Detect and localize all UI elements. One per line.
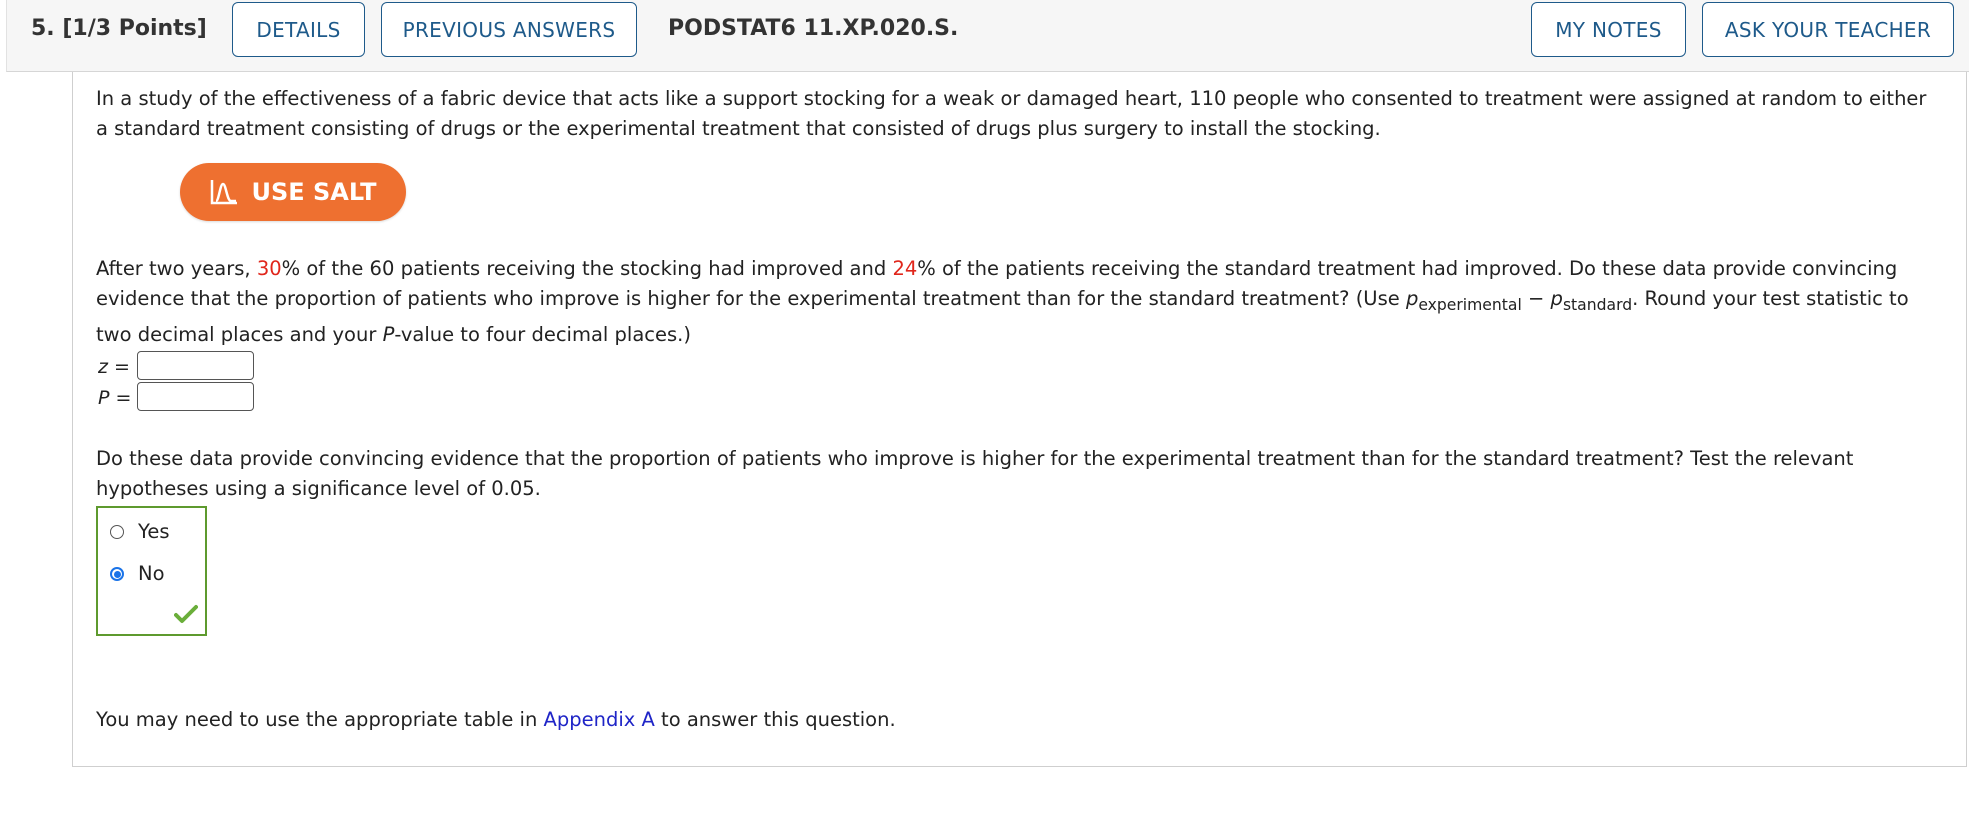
p-label: P = [98, 387, 132, 409]
details-button[interactable]: DETAILS [232, 2, 365, 57]
salt-graph-icon [209, 178, 239, 206]
my-notes-button[interactable]: MY NOTES [1531, 2, 1686, 57]
intro-line-1: In a study of the effectiveness of a fab… [96, 87, 1927, 110]
points-label: [1/3 Points] [62, 16, 207, 41]
checkmark-icon [174, 604, 198, 628]
z-label: z = [98, 356, 130, 378]
question-code: PODSTAT6 11.XP.020.S. [668, 16, 959, 41]
appendix-a-link[interactable]: Appendix A [544, 708, 655, 731]
previous-answers-button[interactable]: PREVIOUS ANSWERS [381, 2, 637, 57]
option-no-label: No [138, 562, 165, 585]
z-statistic-input[interactable] [137, 351, 254, 380]
question1-line-3: two decimal places and your P-value to f… [96, 323, 691, 346]
question2-line-2: hypotheses using a significance level of… [96, 477, 541, 500]
question1-line-1: After two years, 30% of the 60 patients … [96, 257, 1898, 280]
question-number: 5. [1/3 Points] [31, 16, 207, 41]
option-yes-label: Yes [138, 520, 170, 543]
answer-choices: Yes No [96, 506, 207, 636]
use-salt-label: USE SALT [251, 178, 377, 206]
footer-note: You may need to use the appropriate tabl… [96, 708, 896, 731]
percent-value-24: 24 [892, 257, 918, 280]
percent-value-30: 30 [256, 257, 282, 280]
use-salt-button[interactable]: USE SALT [180, 163, 406, 221]
p-value-input[interactable] [137, 382, 254, 411]
option-yes[interactable]: Yes [110, 520, 169, 543]
intro-line-2: a standard treatment consisting of drugs… [96, 117, 1381, 140]
question2-line-1: Do these data provide convincing evidenc… [96, 447, 1854, 470]
ask-your-teacher-button[interactable]: ASK YOUR TEACHER [1702, 2, 1954, 57]
radio-yes[interactable] [110, 524, 124, 539]
option-no[interactable]: No [110, 562, 165, 585]
question1-line-2: evidence that the proportion of patients… [96, 287, 1909, 314]
radio-no-selected[interactable] [110, 566, 124, 581]
